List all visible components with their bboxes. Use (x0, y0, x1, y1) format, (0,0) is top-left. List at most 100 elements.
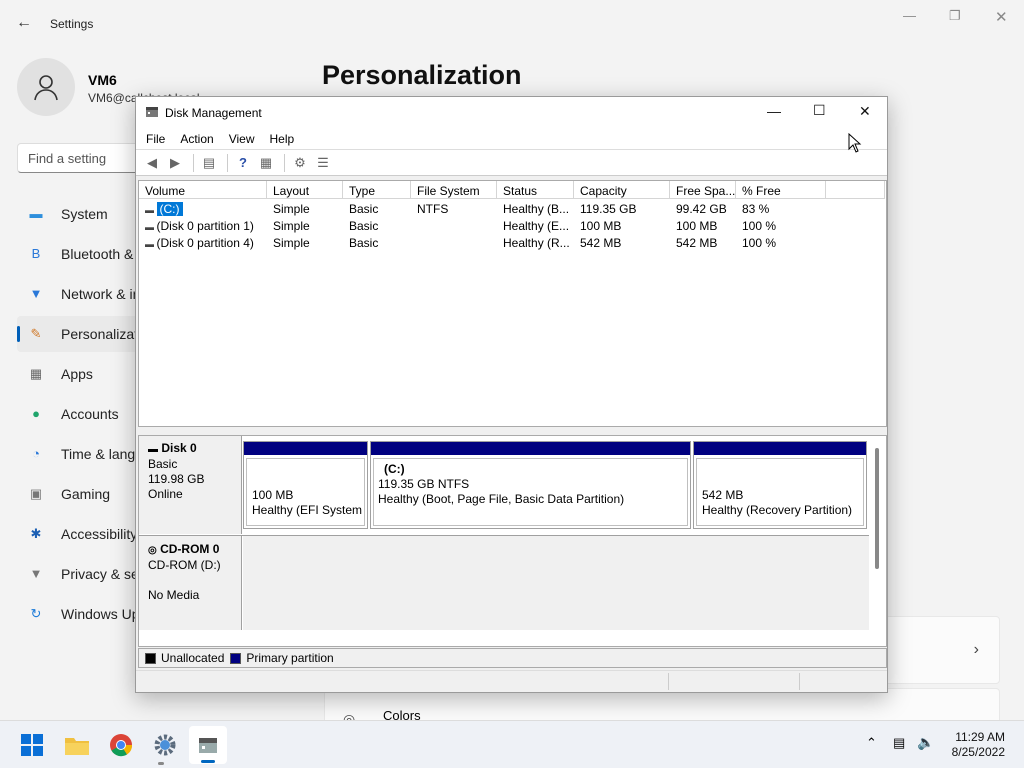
table-cell: 100 % (742, 236, 777, 250)
settings-gear-icon[interactable] (151, 731, 179, 759)
rescan-icon[interactable]: ⚙ (290, 154, 310, 172)
start-icon[interactable] (18, 731, 46, 759)
chrome-icon[interactable] (107, 731, 135, 759)
nav-item[interactable]: ▼ Network & internet (17, 276, 142, 312)
disk0-partitions: 100 MB Healthy (EFI System Partition) (C… (243, 436, 869, 534)
clock-time: 11:29 AM (955, 730, 1005, 744)
back-arrow-icon[interactable]: ◀ (142, 154, 162, 172)
restore-icon[interactable]: ❐ (949, 8, 961, 24)
column-header[interactable]: Type (343, 181, 411, 199)
nav-item[interactable]: ▣ Gaming (17, 476, 142, 512)
disk-management-window: Disk Management — ☐ ✕ File Action View H… (135, 96, 888, 693)
toolbar: ◀ ▶ ▤ ? ▦ ⚙ ☰ (136, 149, 887, 176)
table-cell: Simple (273, 219, 310, 233)
toolbar-separator (193, 153, 194, 172)
menu-action[interactable]: Action (180, 132, 213, 146)
close-icon[interactable]: ✕ (859, 103, 871, 120)
active-app-tile[interactable] (189, 726, 227, 764)
disk-management-icon (199, 738, 217, 753)
view-icon[interactable]: ▦ (256, 154, 276, 172)
column-header[interactable]: Free Spa... (670, 181, 736, 199)
disk0-size: 119.98 GB (148, 472, 205, 486)
table-cell: Healthy (E... (503, 219, 570, 233)
update-icon: ↻ (30, 606, 42, 621)
hard-disk-icon: ▬ (148, 444, 158, 455)
maximize-icon[interactable]: ☐ (813, 102, 826, 119)
table-cell: 100 MB (580, 219, 622, 233)
avatar[interactable] (17, 58, 75, 116)
accessibility-icon: ✱ (30, 526, 42, 541)
nav-item[interactable]: ● Accounts (17, 396, 142, 432)
title-bar[interactable]: Disk Management — ☐ ✕ (136, 97, 887, 128)
legend-primary: Primary partition (246, 651, 334, 665)
properties-icon[interactable]: ▤ (199, 154, 219, 172)
table-cell: 119.35 GB (580, 202, 637, 216)
search-input[interactable]: Find a setting (17, 143, 142, 173)
table-row[interactable]: ▬ (C:) Simple Basic NTFS Healthy (B... 119.35… (139, 200, 886, 217)
volume-list[interactable]: Volume Layout Type File System Status Capacit… (138, 180, 887, 427)
nav-item-label: Apps (61, 366, 93, 382)
partition-bar (244, 442, 367, 455)
apps-icon: ▦ (29, 366, 43, 381)
menu-help[interactable]: Help (270, 132, 295, 146)
close-icon[interactable]: ✕ (995, 8, 1008, 26)
column-header[interactable]: File System (411, 181, 497, 199)
nav-item[interactable]: ▬ System (17, 196, 142, 232)
column-header[interactable]: Status (497, 181, 574, 199)
chevron-right-icon: › (973, 641, 979, 658)
chevron-up-icon[interactable]: ⌃ (866, 735, 877, 751)
menu-file[interactable]: File (146, 132, 165, 146)
table-cell: 542 MB (676, 236, 718, 250)
table-cell: Basic (349, 219, 379, 233)
partition-status: Healthy (EFI System Partition) (252, 503, 364, 517)
disk0-label[interactable]: ▬ Disk 0 Basic 119.98 GB Online (139, 436, 242, 534)
legend: Unallocated Primary partition (138, 648, 887, 668)
nav-item[interactable]: ✱ Accessibility (17, 516, 142, 552)
column-header[interactable]: % Free (736, 181, 826, 199)
volume-icon[interactable]: 🔈 (917, 734, 934, 751)
minimize-icon[interactable]: — (767, 103, 781, 119)
column-header[interactable]: Capacity (574, 181, 670, 199)
volume-cell: ▬ (C:) (139, 200, 267, 217)
table-row[interactable]: ▬ (Disk 0 partition 4) Simple Basic Healthy… (139, 234, 886, 251)
nav-item[interactable]: ↻ Windows Update (17, 596, 142, 632)
nav-item[interactable]: ✎ Personalization (17, 316, 142, 352)
partition-size: 119.35 GB NTFS (378, 477, 470, 491)
partition-status: Healthy (Boot, Page File, Basic Data Par… (378, 492, 625, 506)
partition-c[interactable]: (C:) 119.35 GB NTFS Healthy (Boot, Page … (370, 441, 691, 529)
nav-item[interactable]: ▦ Apps (17, 356, 142, 392)
partition-efi[interactable]: 100 MB Healthy (EFI System Partition) (243, 441, 368, 529)
volume-name: (C:) (156, 202, 183, 216)
clock[interactable]: 11:29 AM 8/25/2022 (952, 730, 1005, 760)
help-icon[interactable]: ? (233, 154, 253, 172)
column-header[interactable]: Volume (139, 181, 267, 199)
column-header[interactable]: Layout (267, 181, 343, 199)
cdrom-area (243, 536, 869, 630)
disk-graphical-view: ▬ Disk 0 Basic 119.98 GB Online 100 MB H… (138, 435, 887, 647)
cdrom-label[interactable]: ◎ CD-ROM 0 CD-ROM (D:) No Media (139, 536, 242, 630)
table-cell: 542 MB (580, 236, 622, 250)
menu-view[interactable]: View (229, 132, 255, 146)
cdrom-name: CD-ROM 0 (160, 542, 220, 556)
table-row[interactable]: ▬ (Disk 0 partition 1) Simple Basic Healthy… (139, 217, 886, 234)
volume-cell: ▬ (Disk 0 partition 4) (139, 234, 267, 251)
shield-icon: ▼ (29, 566, 43, 581)
list-icon[interactable]: ☰ (313, 154, 333, 172)
minimize-icon[interactable]: — (903, 8, 916, 23)
nav-item[interactable]: ▼ Privacy & security (17, 556, 142, 592)
taskbar: ⌃ ▤ 🔈 (0, 720, 1024, 768)
nav-item[interactable]: B Bluetooth & devices (17, 236, 142, 272)
forward-arrow-icon[interactable]: ▶ (165, 154, 185, 172)
nav-item[interactable]: ◔ Time & language (17, 436, 142, 472)
partition-recovery[interactable]: 542 MB Healthy (Recovery Partition) (693, 441, 867, 529)
network-icon[interactable]: ▤ (893, 735, 905, 751)
file-explorer-icon[interactable] (63, 731, 91, 759)
nav-item-label: Personalization (61, 326, 142, 342)
nav-item-label: Windows Update (61, 606, 142, 622)
partition-body: 100 MB Healthy (EFI System Partition) (246, 458, 365, 526)
vertical-scrollbar[interactable] (875, 448, 879, 569)
back-arrow-icon[interactable]: ← (16, 14, 32, 32)
disk0-state: Online (148, 487, 183, 501)
monitor-icon: ▬ (29, 206, 43, 221)
disk0-name: Disk 0 (161, 441, 197, 455)
